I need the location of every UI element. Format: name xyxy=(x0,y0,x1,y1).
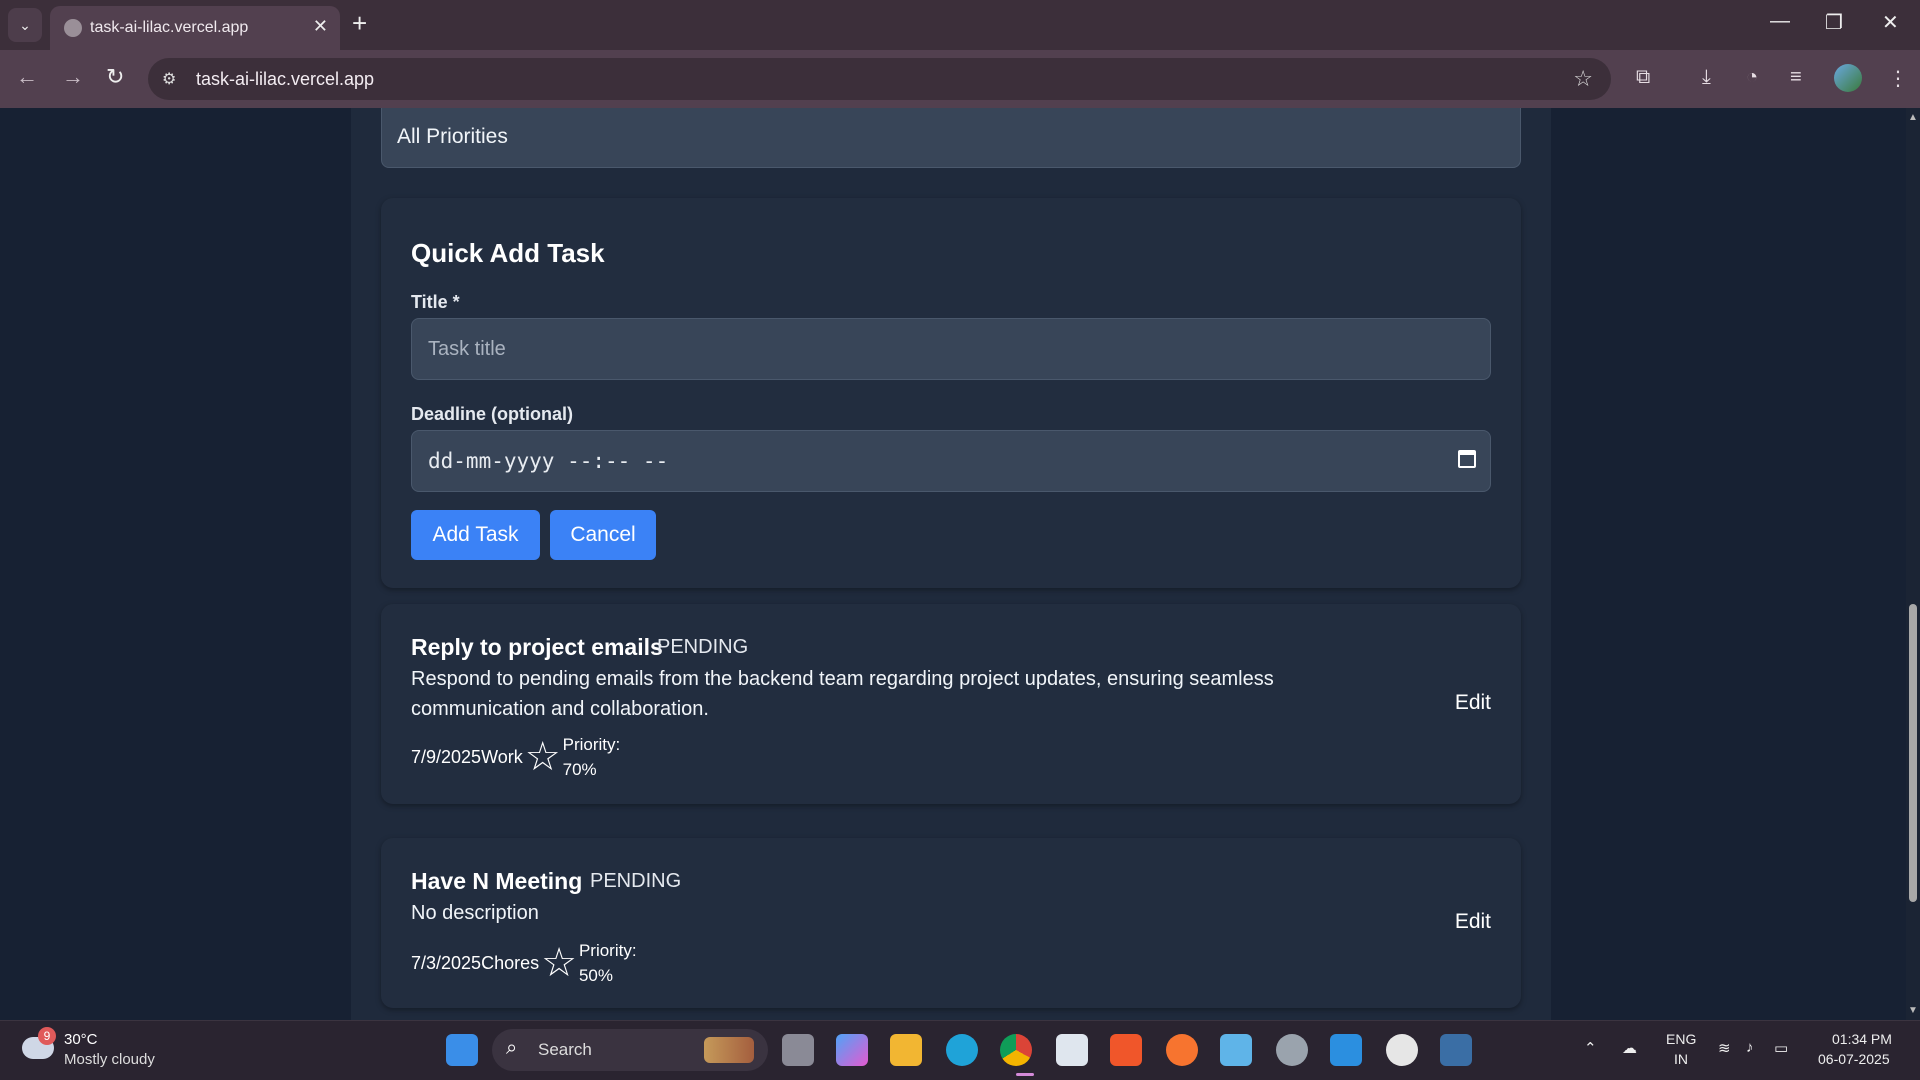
notification-badge: 9 xyxy=(38,1027,56,1045)
settings-gear-icon[interactable] xyxy=(1276,1034,1308,1066)
add-task-button[interactable]: Add Task xyxy=(411,510,540,560)
wifi-icon[interactable]: ≋ xyxy=(1718,1039,1731,1057)
restore-window-icon[interactable]: ❐ xyxy=(1825,10,1843,35)
star-icon[interactable]: ☆ xyxy=(525,737,561,777)
edit-task-button[interactable]: Edit xyxy=(1455,691,1491,715)
chrome-icon[interactable] xyxy=(1000,1034,1032,1066)
priority-label: Priority: xyxy=(578,941,637,960)
show-hidden-icons-icon[interactable]: ⌃ xyxy=(1584,1039,1597,1057)
volume-icon[interactable]: ♪ xyxy=(1746,1039,1754,1056)
task-title: Reply to project emails xyxy=(411,634,663,660)
task-priority: Priority: 50% xyxy=(579,938,637,988)
title-label: Title * xyxy=(411,292,460,312)
site-favicon-icon xyxy=(64,19,82,37)
clock-time[interactable]: 01:34 PM xyxy=(1832,1031,1892,1047)
task-title: Have N Meeting xyxy=(411,868,583,894)
windows-start-icon[interactable] xyxy=(446,1034,478,1066)
status-badge: PENDING xyxy=(590,870,682,892)
brave-icon[interactable] xyxy=(1110,1034,1142,1066)
minimize-window-icon[interactable]: — xyxy=(1770,10,1790,33)
task-description: No description xyxy=(411,902,539,924)
github-desktop-icon[interactable] xyxy=(1386,1034,1418,1066)
search-highlight-image xyxy=(704,1037,754,1063)
language-bottom[interactable]: IN xyxy=(1674,1051,1688,1067)
site-info-icon[interactable]: ⚙ xyxy=(162,69,176,89)
task-meta: 7/3/2025Chores ☆ Priority: 50% xyxy=(411,938,637,988)
priority-value: 50% xyxy=(578,966,613,985)
priority-value: 70% xyxy=(562,760,597,779)
url-text[interactable]: task-ai-lilac.vercel.app xyxy=(196,69,374,90)
quick-add-heading: Quick Add Task xyxy=(411,238,605,268)
battery-icon[interactable]: ▭ xyxy=(1774,1039,1788,1057)
close-window-icon[interactable]: ✕ xyxy=(1882,10,1899,35)
search-label: Search xyxy=(538,1040,592,1059)
priority-label: Priority: xyxy=(562,735,621,754)
task-date-category: 7/3/2025Chores xyxy=(411,952,540,973)
weather-description[interactable]: Mostly cloudy xyxy=(64,1051,155,1068)
main-content: All Priorities Quick Add Task Title * De… xyxy=(351,108,1551,1020)
clock-date[interactable]: 06-07-2025 xyxy=(1818,1051,1890,1067)
status-badge: PENDING xyxy=(657,636,749,658)
edge-icon[interactable] xyxy=(946,1034,978,1066)
onedrive-cloud-icon[interactable]: ☁ xyxy=(1622,1039,1637,1057)
deadline-placeholder: dd-mm-yyyy --:-- -- xyxy=(428,449,669,473)
language-top[interactable]: ENG xyxy=(1666,1031,1696,1047)
file-explorer-icon[interactable] xyxy=(890,1034,922,1066)
media-control-icon[interactable]: ≡ xyxy=(1790,66,1802,89)
taskbar-search[interactable]: ⌕ Search xyxy=(492,1029,768,1071)
task-priority: Priority: 70% xyxy=(563,732,621,782)
task-view-icon[interactable] xyxy=(782,1034,814,1066)
page-viewport: All Priorities Quick Add Task Title * De… xyxy=(0,108,1906,1020)
tab-title: task-ai-lilac.vercel.app xyxy=(90,19,249,36)
download-icon[interactable]: ⤓ xyxy=(1702,66,1711,89)
back-icon[interactable]: ← xyxy=(16,64,38,90)
performance-icon[interactable]: ◔ xyxy=(1746,66,1758,89)
task-meta: 7/9/2025Work ☆ Priority: 70% xyxy=(411,732,620,782)
browser-tab[interactable]: task-ai-lilac.vercel.app ✕ xyxy=(50,6,340,50)
priority-filter-select[interactable]: All Priorities xyxy=(381,108,1521,168)
title-field-wrapper xyxy=(411,318,1491,380)
browser-menu-icon[interactable]: ⋮ xyxy=(1888,66,1908,91)
profile-avatar[interactable] xyxy=(1834,64,1862,92)
search-icon: ⌕ xyxy=(506,1037,518,1059)
remote-desktop-icon[interactable] xyxy=(1220,1034,1252,1066)
deadline-label: Deadline (optional) xyxy=(411,404,573,424)
vscode-icon[interactable] xyxy=(1330,1034,1362,1066)
scroll-down-icon[interactable]: ▼ xyxy=(1908,1005,1918,1016)
priority-filter-value: All Priorities xyxy=(397,125,508,148)
cancel-button[interactable]: Cancel xyxy=(550,510,656,560)
calendar-icon[interactable] xyxy=(1458,450,1476,468)
address-bar[interactable]: ⚙ task-ai-lilac.vercel.app ☆ xyxy=(148,58,1611,100)
copilot-icon[interactable] xyxy=(836,1034,868,1066)
star-icon[interactable]: ☆ xyxy=(541,943,577,983)
quick-add-card: Quick Add Task Title * Deadline (optiona… xyxy=(381,198,1521,588)
task-title-input[interactable] xyxy=(412,319,1490,379)
browser-toolbar: ← → ↻ ⚙ task-ai-lilac.vercel.app ☆ ⧉ ⤓ ◔… xyxy=(0,50,1920,108)
task-description: Respond to pending emails from the backe… xyxy=(411,668,1274,720)
scroll-up-icon[interactable]: ▲ xyxy=(1908,112,1918,123)
microsoft-store-icon[interactable] xyxy=(1056,1034,1088,1066)
windows-taskbar: 9 30°C Mostly cloudy ⌕ Search ⌃ ☁ ENG IN… xyxy=(0,1020,1920,1080)
forward-icon[interactable]: → xyxy=(62,64,84,90)
chrome-active-indicator xyxy=(1016,1073,1034,1076)
task-date-category: 7/9/2025Work xyxy=(411,746,523,767)
extensions-icon[interactable]: ⧉ xyxy=(1636,66,1650,89)
reload-icon[interactable]: ↻ xyxy=(106,64,124,90)
postgres-icon[interactable] xyxy=(1440,1034,1472,1066)
postman-icon[interactable] xyxy=(1166,1034,1198,1066)
edit-task-button[interactable]: Edit xyxy=(1455,910,1491,934)
task-card: Have N Meeting PENDING No description 7/… xyxy=(381,838,1521,1008)
tab-search-menu-icon[interactable]: ⌄ xyxy=(8,8,42,42)
browser-tab-bar: ⌄ task-ai-lilac.vercel.app ✕ + — ❐ ✕ xyxy=(0,0,1920,50)
scrollbar-thumb[interactable] xyxy=(1909,604,1917,902)
page-scrollbar[interactable]: ▲ ▼ xyxy=(1906,108,1920,1020)
weather-temperature[interactable]: 30°C xyxy=(64,1031,98,1048)
new-tab-icon[interactable]: + xyxy=(352,8,367,39)
deadline-input[interactable]: dd-mm-yyyy --:-- -- xyxy=(411,430,1491,492)
bookmark-star-icon[interactable]: ☆ xyxy=(1573,66,1593,92)
task-card: Reply to project emails PENDING Respond … xyxy=(381,604,1521,804)
close-tab-icon[interactable]: ✕ xyxy=(313,16,328,37)
